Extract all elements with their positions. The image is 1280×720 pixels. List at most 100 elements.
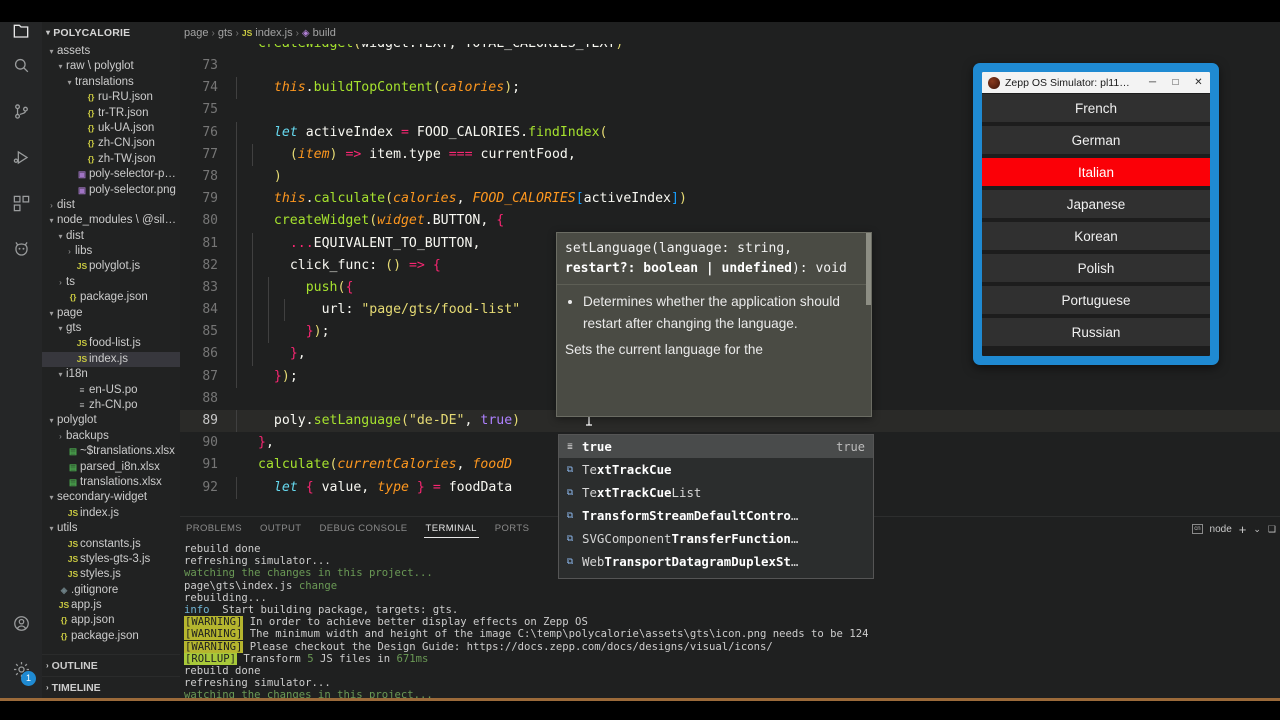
chevron-down-icon[interactable]: ▾: [46, 521, 57, 536]
search-icon[interactable]: [0, 42, 42, 88]
language-option[interactable]: French: [982, 94, 1210, 122]
chevron-down-icon[interactable]: ▾: [55, 59, 66, 74]
tree-item[interactable]: ▾ dist: [42, 229, 180, 244]
breadcrumb-item-indexjs[interactable]: JS index.js: [242, 27, 293, 39]
breadcrumb-label: build: [312, 27, 336, 39]
tree-item[interactable]: JS app.js: [42, 598, 180, 613]
explorer-icon[interactable]: [0, 22, 42, 42]
suggestion-item[interactable]: ⧉ TextTrackCue: [559, 458, 873, 481]
language-option[interactable]: German: [982, 126, 1210, 154]
close-button[interactable]: ✕: [1187, 72, 1210, 93]
panel-tab-terminal[interactable]: TERMINAL: [423, 521, 479, 538]
minimize-button[interactable]: ─: [1141, 72, 1164, 93]
tree-item[interactable]: ▾ raw \ polyglot: [42, 59, 180, 74]
suggestion-item[interactable]: ⧉ TextTrackCueList: [559, 481, 873, 504]
tree-item[interactable]: JS styles.js: [42, 567, 180, 582]
chevron-down-icon[interactable]: ▾: [55, 229, 66, 244]
split-terminal-button[interactable]: ❑: [1268, 524, 1276, 535]
tree-item[interactable]: ▤ ~$translations.xlsx: [42, 444, 180, 459]
tree-item[interactable]: {} package.json: [42, 290, 180, 305]
language-option[interactable]: Japanese: [982, 190, 1210, 218]
tree-item[interactable]: ▾ gts: [42, 321, 180, 336]
tree-item[interactable]: JS constants.js: [42, 537, 180, 552]
tree-item[interactable]: ▣poly-selector-press.png: [42, 167, 180, 182]
language-option[interactable]: Korean: [982, 222, 1210, 250]
chevron-down-icon[interactable]: ▾: [46, 213, 57, 228]
chevron-down-icon[interactable]: ▾: [46, 490, 57, 505]
tree-item[interactable]: JS food-list.js: [42, 336, 180, 351]
breadcrumb-item-page[interactable]: page: [184, 27, 208, 39]
tree-item[interactable]: ▤ translations.xlsx: [42, 475, 180, 490]
suggestion-item[interactable]: ⧉ TransformStreamDefaultContro…: [559, 504, 873, 527]
explorer-root-folder[interactable]: ▾ POLYCALORIE: [42, 22, 180, 44]
maximize-button[interactable]: □: [1164, 72, 1187, 93]
tree-item[interactable]: JS index.js: [42, 506, 180, 521]
language-option[interactable]: Polish: [982, 254, 1210, 282]
source-control-icon[interactable]: [0, 88, 42, 134]
tree-item[interactable]: {} tr-TR.json: [42, 106, 180, 121]
tree-item[interactable]: › dist: [42, 198, 180, 213]
tree-item[interactable]: ▾node_modules \ @silver-…: [42, 213, 180, 228]
chevron-down-icon[interactable]: ▾: [46, 306, 57, 321]
tree-item[interactable]: ▣ poly-selector.png: [42, 183, 180, 198]
timeline-section[interactable]: › TIMELINE: [42, 676, 180, 698]
suggestion-item[interactable]: ⧉ WebTransportDatagramDuplexSt…: [559, 550, 873, 573]
tree-item[interactable]: JS polyglot.js: [42, 259, 180, 274]
panel-tab-debug-console[interactable]: DEBUG CONSOLE: [317, 521, 409, 537]
breadcrumb-item-gts[interactable]: gts: [218, 27, 233, 39]
chevron-right-icon[interactable]: ›: [64, 244, 75, 259]
outline-section[interactable]: › OUTLINE: [42, 654, 180, 676]
chevron-down-icon[interactable]: ▾: [55, 321, 66, 336]
tree-item[interactable]: ▤ parsed_i8n.xlsx: [42, 460, 180, 475]
chevron-down-icon[interactable]: ▾: [64, 75, 75, 90]
tree-item[interactable]: {} uk-UA.json: [42, 121, 180, 136]
simulator-title-bar[interactable]: Zepp OS Simulator: pl11… ─ □ ✕: [982, 72, 1210, 93]
tree-item[interactable]: ≡ zh-CN.po: [42, 398, 180, 413]
chevron-right-icon[interactable]: ›: [46, 198, 57, 213]
zepp-icon[interactable]: [0, 226, 42, 272]
chevron-right-icon[interactable]: ›: [55, 429, 66, 444]
chevron-right-icon[interactable]: ›: [55, 275, 66, 290]
panel-tab-problems[interactable]: PROBLEMS: [184, 521, 244, 537]
suggestion-item[interactable]: ≣ true true: [559, 435, 873, 458]
tree-item[interactable]: {} package.json: [42, 629, 180, 644]
suggestion-item[interactable]: ⧉ SVGComponentTransferFunction…: [559, 527, 873, 550]
tree-item[interactable]: ▾ assets: [42, 44, 180, 59]
tree-item[interactable]: {} app.json: [42, 613, 180, 628]
tree-item[interactable]: {} ru-RU.json: [42, 90, 180, 105]
tree-item[interactable]: ▾ i18n: [42, 367, 180, 382]
chevron-down-icon[interactable]: ▾: [55, 367, 66, 382]
tree-item[interactable]: › ts: [42, 275, 180, 290]
tree-item[interactable]: ≡ en-US.po: [42, 383, 180, 398]
tree-item[interactable]: {} zh-TW.json: [42, 152, 180, 167]
panel-tab-ports[interactable]: PORTS: [493, 521, 532, 537]
tree-item[interactable]: ▾ polyglot: [42, 413, 180, 428]
tree-item[interactable]: ▾ page: [42, 306, 180, 321]
hover-scrollbar[interactable]: [866, 233, 871, 305]
terminal-shell-label[interactable]: node: [1210, 524, 1232, 535]
tree-item[interactable]: ▾ secondary-widget: [42, 490, 180, 505]
zepp-simulator-window[interactable]: Zepp OS Simulator: pl11… ─ □ ✕ French Ger…: [973, 63, 1219, 365]
chevron-down-icon[interactable]: ⌄: [1253, 524, 1261, 535]
autocomplete-suggestions[interactable]: ≣ true true ⧉ TextTrackCue ⧉ TextTrackCueList ⧉…: [558, 434, 874, 579]
breadcrumb-item-build[interactable]: ◈ build: [302, 27, 336, 39]
panel-tab-output[interactable]: OUTPUT: [258, 521, 303, 537]
extensions-icon[interactable]: [0, 180, 42, 226]
tree-item[interactable]: › backups: [42, 429, 180, 444]
tree-item[interactable]: ◈ .gitignore: [42, 583, 180, 598]
tree-item[interactable]: ▾ translations: [42, 75, 180, 90]
tree-item[interactable]: JS styles-gts-3.js: [42, 552, 180, 567]
settings-gear-icon[interactable]: 1: [0, 646, 42, 692]
tree-item[interactable]: ▾ utils: [42, 521, 180, 536]
chevron-down-icon[interactable]: ▾: [46, 44, 57, 59]
account-icon[interactable]: [0, 600, 42, 646]
tree-item[interactable]: › libs: [42, 244, 180, 259]
tree-item[interactable]: JS index.js: [42, 351, 180, 368]
language-option[interactable]: Italian: [982, 158, 1210, 186]
run-debug-icon[interactable]: [0, 134, 42, 180]
new-terminal-button[interactable]: +: [1239, 522, 1247, 537]
language-option[interactable]: Russian: [982, 318, 1210, 346]
chevron-down-icon[interactable]: ▾: [46, 413, 57, 428]
tree-item[interactable]: {} zh-CN.json: [42, 136, 180, 151]
language-option[interactable]: Portuguese: [982, 286, 1210, 314]
